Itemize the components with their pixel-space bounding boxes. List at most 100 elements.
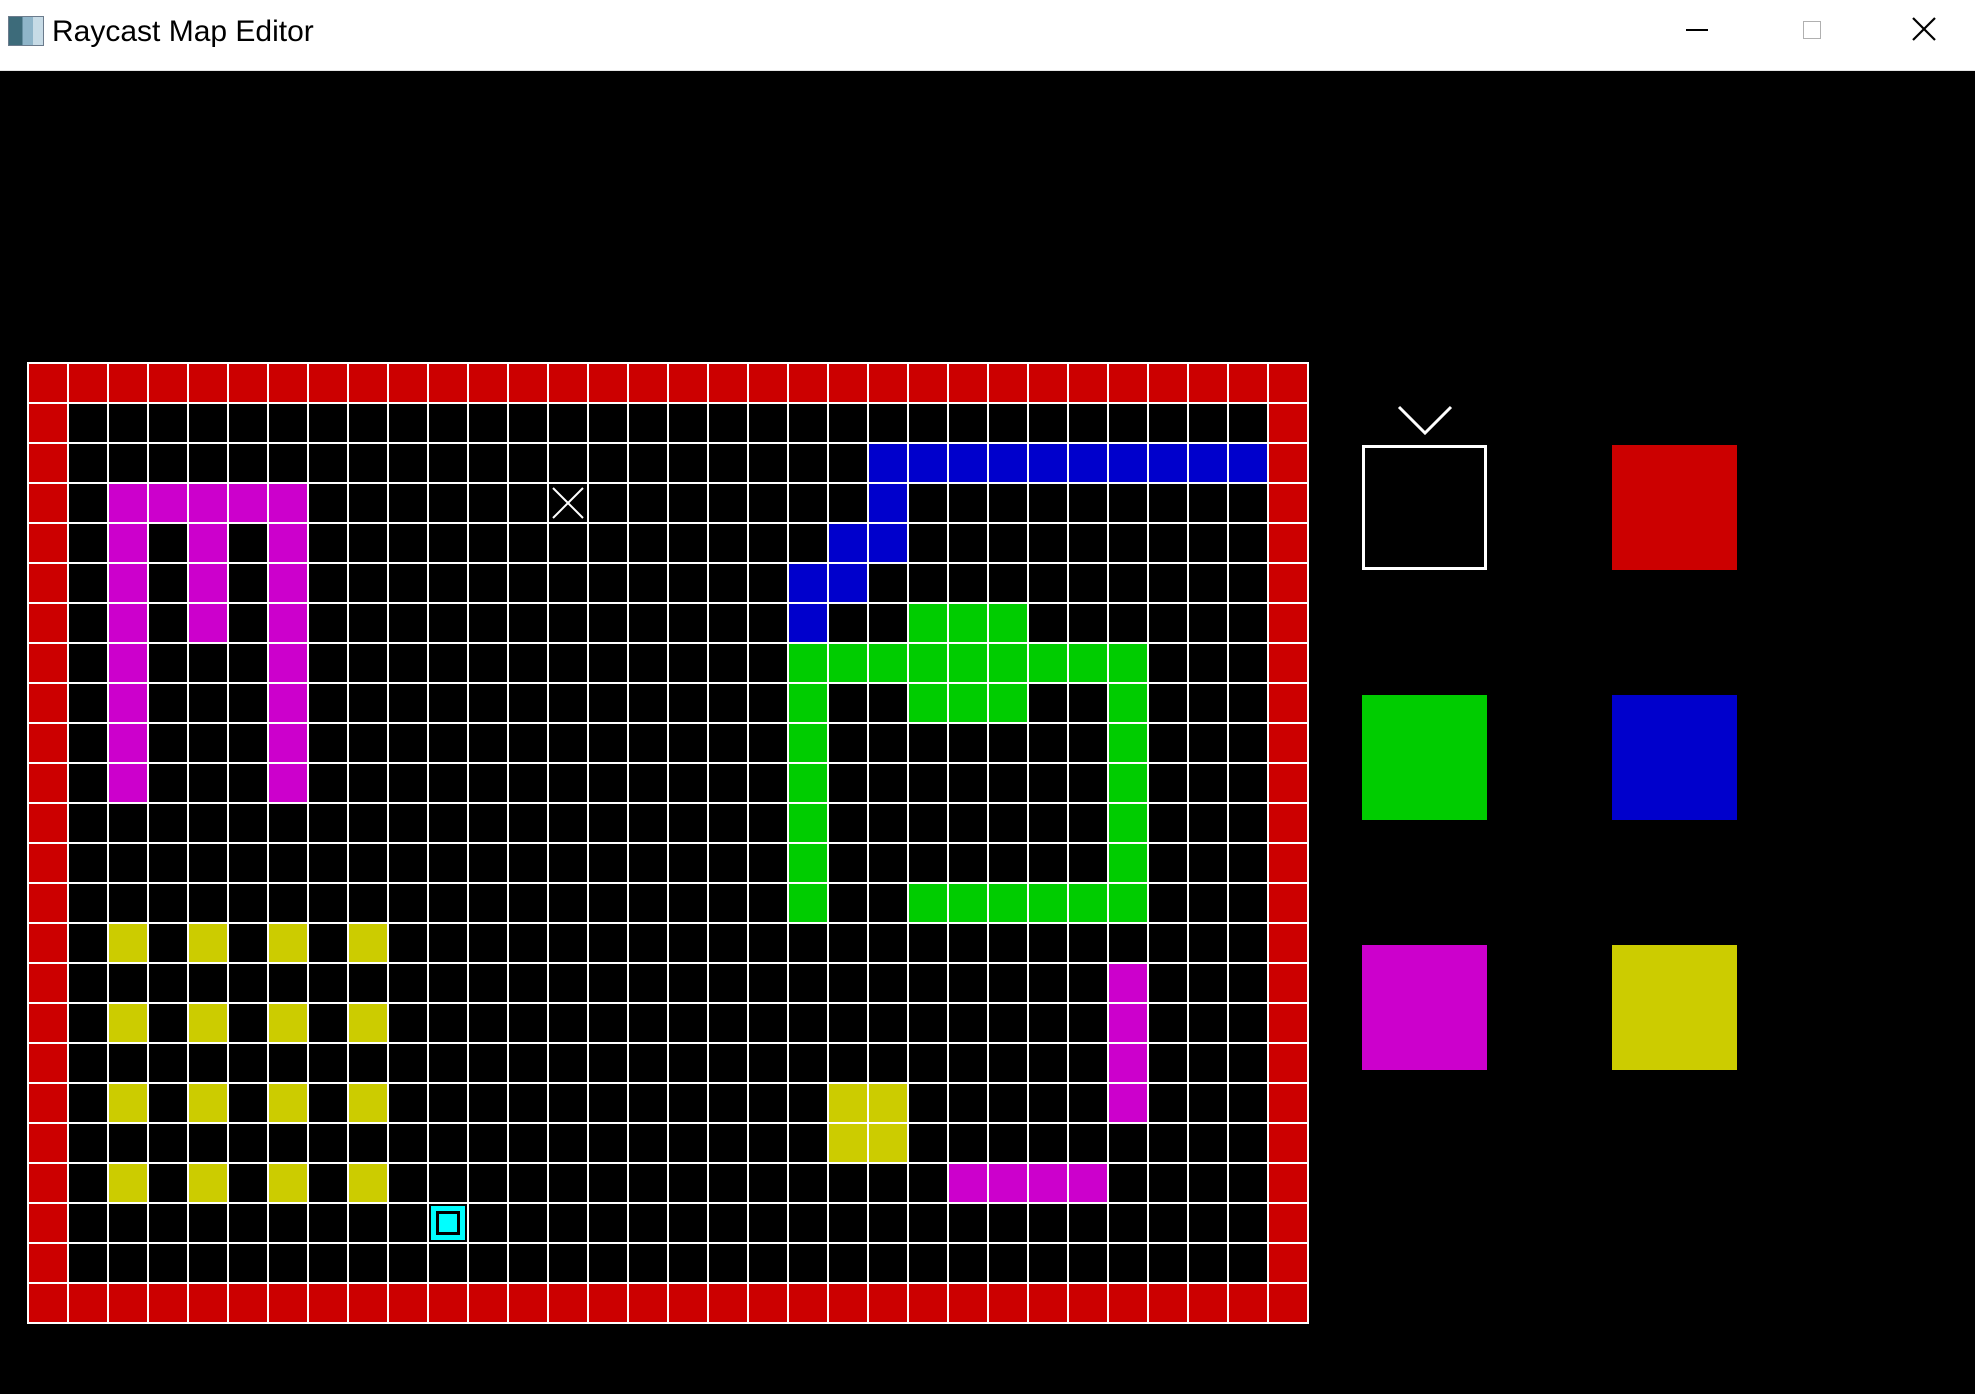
map-cell-yellow[interactable]: [187, 1082, 229, 1124]
map-cell-empty[interactable]: [1187, 962, 1229, 1004]
map-cell-empty[interactable]: [187, 882, 229, 924]
map-cell-empty[interactable]: [387, 442, 429, 484]
map-cell-empty[interactable]: [747, 762, 789, 804]
map-cell-empty[interactable]: [1227, 522, 1269, 564]
map-cell-empty[interactable]: [1187, 842, 1229, 884]
map-cell-empty[interactable]: [907, 1122, 949, 1164]
map-cell-red[interactable]: [227, 362, 269, 404]
map-cell-empty[interactable]: [427, 1042, 469, 1084]
map-cell-yellow[interactable]: [267, 922, 309, 964]
map-cell-empty[interactable]: [267, 1042, 309, 1084]
map-cell-red[interactable]: [867, 1282, 909, 1324]
map-cell-empty[interactable]: [1067, 522, 1109, 564]
map-cell-empty[interactable]: [1147, 642, 1189, 684]
map-cell-red[interactable]: [1107, 362, 1149, 404]
map-cell-empty[interactable]: [1027, 842, 1069, 884]
map-cell-empty[interactable]: [1147, 682, 1189, 724]
map-cell-red[interactable]: [1187, 1282, 1229, 1324]
map-cell-empty[interactable]: [907, 482, 949, 524]
map-cell-empty[interactable]: [587, 1122, 629, 1164]
map-cell-red[interactable]: [667, 362, 709, 404]
map-cell-empty[interactable]: [707, 682, 749, 724]
map-cell-empty[interactable]: [227, 402, 269, 444]
map-cell-empty[interactable]: [547, 882, 589, 924]
map-cell-empty[interactable]: [1227, 642, 1269, 684]
map-cell-empty[interactable]: [347, 762, 389, 804]
map-cell-empty[interactable]: [907, 962, 949, 1004]
map-cell-empty[interactable]: [227, 802, 269, 844]
map-cell-empty[interactable]: [1187, 1242, 1229, 1284]
map-cell-empty[interactable]: [147, 562, 189, 604]
map-cell-empty[interactable]: [467, 762, 509, 804]
map-cell-blue[interactable]: [867, 522, 909, 564]
map-cell-empty[interactable]: [1107, 1242, 1149, 1284]
map-cell-red[interactable]: [27, 1042, 69, 1084]
map-cell-blue[interactable]: [987, 442, 1029, 484]
map-cell-empty[interactable]: [707, 922, 749, 964]
map-cell-empty[interactable]: [147, 1122, 189, 1164]
map-cell-empty[interactable]: [987, 962, 1029, 1004]
map-cell-empty[interactable]: [307, 1162, 349, 1204]
map-cell-green[interactable]: [947, 602, 989, 644]
map-cell-red[interactable]: [1267, 1082, 1309, 1124]
map-cell-empty[interactable]: [827, 1002, 869, 1044]
map-cell-empty[interactable]: [987, 922, 1029, 964]
map-cell-empty[interactable]: [587, 682, 629, 724]
map-cell-empty[interactable]: [467, 802, 509, 844]
map-cell-empty[interactable]: [867, 1202, 909, 1244]
map-cell-empty[interactable]: [467, 922, 509, 964]
map-cell-magenta[interactable]: [267, 762, 309, 804]
map-cell-red[interactable]: [27, 602, 69, 644]
map-cell-empty[interactable]: [507, 882, 549, 924]
map-cell-empty[interactable]: [307, 522, 349, 564]
map-cell-empty[interactable]: [867, 762, 909, 804]
map-cell-empty[interactable]: [467, 642, 509, 684]
map-cell-empty[interactable]: [347, 1242, 389, 1284]
map-cell-red[interactable]: [747, 1282, 789, 1324]
map-cell-empty[interactable]: [1147, 1042, 1189, 1084]
map-cell-red[interactable]: [707, 1282, 749, 1324]
map-cell-empty[interactable]: [827, 762, 869, 804]
map-cell-empty[interactable]: [867, 802, 909, 844]
map-cell-empty[interactable]: [67, 922, 109, 964]
map-cell-red[interactable]: [507, 362, 549, 404]
map-cell-empty[interactable]: [947, 722, 989, 764]
map-cell-empty[interactable]: [187, 762, 229, 804]
map-cell-empty[interactable]: [507, 1242, 549, 1284]
map-cell-empty[interactable]: [267, 962, 309, 1004]
map-cell-red[interactable]: [907, 362, 949, 404]
map-cell-red[interactable]: [467, 1282, 509, 1324]
map-cell-empty[interactable]: [1227, 482, 1269, 524]
map-cell-empty[interactable]: [507, 1202, 549, 1244]
map-cell-red[interactable]: [387, 362, 429, 404]
map-cell-blue[interactable]: [787, 562, 829, 604]
map-cell-empty[interactable]: [827, 402, 869, 444]
map-cell-empty[interactable]: [907, 1082, 949, 1124]
map-cell-empty[interactable]: [67, 882, 109, 924]
map-cell-empty[interactable]: [107, 1242, 149, 1284]
map-cell-empty[interactable]: [827, 1202, 869, 1244]
map-cell-empty[interactable]: [627, 802, 669, 844]
map-cell-green[interactable]: [787, 842, 829, 884]
map-cell-green[interactable]: [907, 602, 949, 644]
map-cell-green[interactable]: [1107, 802, 1149, 844]
map-cell-empty[interactable]: [67, 442, 109, 484]
map-cell-red[interactable]: [947, 1282, 989, 1324]
map-cell-empty[interactable]: [1187, 602, 1229, 644]
map-cell-empty[interactable]: [1067, 1242, 1109, 1284]
map-cell-red[interactable]: [1267, 1202, 1309, 1244]
map-cell-empty[interactable]: [67, 762, 109, 804]
map-cell-empty[interactable]: [1147, 1122, 1189, 1164]
map-cell-empty[interactable]: [1187, 722, 1229, 764]
map-cell-empty[interactable]: [67, 682, 109, 724]
map-cell-empty[interactable]: [1147, 1162, 1189, 1204]
map-cell-empty[interactable]: [307, 562, 349, 604]
map-cell-empty[interactable]: [187, 1242, 229, 1284]
map-cell-empty[interactable]: [907, 1042, 949, 1084]
map-cell-empty[interactable]: [307, 482, 349, 524]
map-cell-blue[interactable]: [1027, 442, 1069, 484]
map-cell-empty[interactable]: [267, 1202, 309, 1244]
map-cell-green[interactable]: [1027, 882, 1069, 924]
map-cell-red[interactable]: [27, 842, 69, 884]
map-cell-empty[interactable]: [587, 482, 629, 524]
